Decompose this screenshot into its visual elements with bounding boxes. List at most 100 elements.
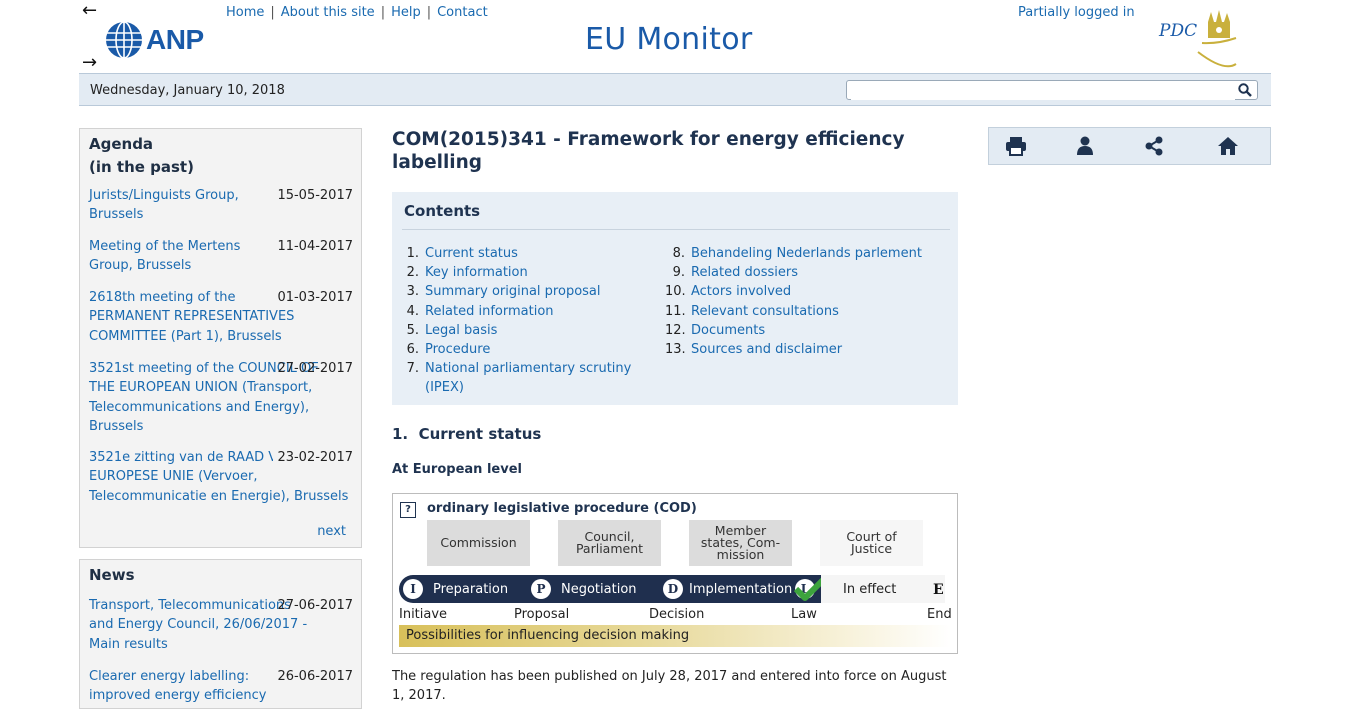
news-item[interactable]: Clearer energy labelling: improved energ… bbox=[89, 667, 353, 707]
actor-council-parliament: Council, Parliament bbox=[558, 520, 661, 566]
page-title: COM(2015)341 - Framework for energy effi… bbox=[392, 129, 905, 173]
header: ← → ANP Home | About this site | Help | Contac… bbox=[0, 0, 1366, 74]
milestone-decision: Decision bbox=[649, 607, 705, 622]
toc-link-documents[interactable]: Documents bbox=[691, 321, 765, 340]
toc-right: 8. Behandeling Nederlands parlement 9. Rel… bbox=[665, 244, 955, 359]
share-icon[interactable] bbox=[1144, 136, 1164, 156]
stage-in-effect: In effect bbox=[821, 575, 945, 603]
toc-link-sources[interactable]: Sources and disclaimer bbox=[691, 340, 842, 359]
anp-logo-text: ANP bbox=[146, 24, 204, 55]
toc-link-current-status[interactable]: Current status bbox=[425, 244, 518, 263]
search-icon[interactable] bbox=[1238, 83, 1252, 97]
toc-link-summary[interactable]: Summary original proposal bbox=[425, 282, 601, 301]
toc-item: 1. Current status bbox=[402, 244, 652, 263]
stage-implementation: D Implementation bbox=[663, 575, 792, 603]
end-badge: E bbox=[933, 582, 944, 598]
toc-item: 11. Relevant consultations bbox=[665, 302, 955, 321]
milestone-law: Law bbox=[791, 607, 817, 622]
nav-contact[interactable]: Contact bbox=[437, 5, 488, 20]
nav-home[interactable]: Home bbox=[226, 5, 264, 20]
news-item-date: 26-06-2017 bbox=[277, 669, 353, 684]
news-title: News bbox=[89, 566, 135, 584]
toc-item: 13. Sources and disclaimer bbox=[665, 340, 955, 359]
stage-badge: D bbox=[663, 579, 683, 599]
agenda-item-title[interactable]: Meeting of the Mertens Group, Brussels bbox=[89, 237, 269, 276]
toc-link-procedure[interactable]: Procedure bbox=[425, 340, 490, 359]
contents-box: Contents 1. Current status 2. Key informat… bbox=[392, 192, 958, 405]
agenda-item-date: 27-02-2017 bbox=[277, 361, 353, 376]
agenda-next-link[interactable]: next bbox=[317, 524, 346, 539]
agenda-item[interactable]: Meeting of the Mertens Group, Brussels 1… bbox=[89, 237, 353, 277]
toc-item: 8. Behandeling Nederlands parlement bbox=[665, 244, 955, 263]
user-icon[interactable] bbox=[1076, 136, 1094, 156]
agenda-item-date: 01-03-2017 bbox=[277, 290, 353, 305]
milestone-end: End bbox=[927, 607, 952, 622]
actor-court-of-justice: Court of Justice bbox=[820, 520, 923, 566]
agenda-item[interactable]: 3521e zitting van de RAAD VAN DE EUROPES… bbox=[89, 448, 353, 508]
anp-logo[interactable]: ANP bbox=[104, 20, 204, 60]
news-item[interactable]: Transport, Telecommunications and Energy… bbox=[89, 596, 353, 656]
home-icon[interactable] bbox=[1217, 136, 1239, 156]
agenda-box: Agenda (in the past) Jurists/Linguists Gr… bbox=[79, 128, 362, 548]
news-box: News Transport, Telecommunications and E… bbox=[79, 559, 362, 709]
top-navigation: Home | About this site | Help | Contact bbox=[226, 5, 488, 20]
agenda-item-title[interactable]: Jurists/Linguists Group, Brussels bbox=[89, 186, 269, 225]
stage-badge: P bbox=[531, 579, 551, 599]
agenda-item[interactable]: 3521st meeting of the COUNCIL OF THE EUR… bbox=[89, 359, 353, 439]
nav-about[interactable]: About this site bbox=[281, 5, 375, 20]
contents-divider bbox=[402, 229, 950, 230]
current-date: Wednesday, January 10, 2018 bbox=[90, 83, 285, 98]
toc-left: 1. Current status 2. Key information 3. Sum… bbox=[402, 244, 652, 398]
toc-item: 3. Summary original proposal bbox=[402, 282, 652, 301]
print-icon[interactable] bbox=[1005, 136, 1027, 156]
toc-item: 10. Actors involved bbox=[665, 282, 955, 301]
site-title[interactable]: EU Monitor bbox=[585, 22, 753, 57]
pdc-logo-graphic: PDC bbox=[1158, 10, 1237, 68]
globe-icon bbox=[106, 21, 142, 59]
news-item-title[interactable]: Clearer energy labelling: improved energ… bbox=[89, 667, 269, 706]
forward-arrow-icon[interactable]: → bbox=[82, 52, 97, 73]
action-toolbar bbox=[988, 127, 1271, 165]
agenda-item-date: 15-05-2017 bbox=[277, 188, 353, 203]
date-bar: Wednesday, January 10, 2018 bbox=[79, 73, 1271, 106]
pdc-logo[interactable]: PDC bbox=[1158, 10, 1238, 72]
toc-link-consultations[interactable]: Relevant consultations bbox=[691, 302, 839, 321]
toc-link-related-information[interactable]: Related information bbox=[425, 302, 554, 321]
stage-preparation: I Preparation bbox=[403, 575, 508, 603]
login-status-link[interactable]: Partially logged in bbox=[1018, 5, 1135, 20]
agenda-item-date: 11-04-2017 bbox=[277, 239, 353, 254]
toc-item: 6. Procedure bbox=[402, 340, 652, 359]
search-input[interactable] bbox=[851, 82, 1235, 100]
actor-commission: Commission bbox=[427, 520, 530, 566]
pdc-logo-text: PDC bbox=[1158, 21, 1197, 41]
section-heading-current-status: 1. Current status bbox=[392, 425, 542, 443]
search-box[interactable] bbox=[846, 80, 1258, 100]
back-arrow-icon[interactable]: ← bbox=[82, 0, 97, 21]
status-text: The regulation has been published on Jul… bbox=[392, 669, 947, 703]
milestone-proposal: Proposal bbox=[514, 607, 570, 622]
agenda-item[interactable]: Jurists/Linguists Group, Brussels 15-05-… bbox=[89, 186, 353, 226]
level-heading: At European level bbox=[392, 462, 522, 477]
procedure-title: ordinary legislative procedure (COD) bbox=[427, 501, 697, 516]
influence-bar: Possibilities for influencing decision m… bbox=[399, 625, 951, 647]
agenda-item-date: 23-02-2017 bbox=[273, 448, 353, 468]
toc-link-key-information[interactable]: Key information bbox=[425, 263, 528, 282]
toc-item: 4. Related information bbox=[402, 302, 652, 321]
toc-link-related-dossiers[interactable]: Related dossiers bbox=[691, 263, 798, 282]
agenda-item-title[interactable]: 2618th meeting of the PERMANENT REPRESEN… bbox=[89, 288, 304, 346]
toc-item: 5. Legal basis bbox=[402, 321, 652, 340]
news-item-date: 27-06-2017 bbox=[277, 598, 353, 613]
stage-badge: I bbox=[403, 579, 423, 599]
toc-link-nl-parliament[interactable]: Behandeling Nederlands parlement bbox=[691, 244, 922, 263]
toc-item: 7. National parliamentary scrutiny (IPEX) bbox=[402, 359, 652, 397]
toc-link-actors[interactable]: Actors involved bbox=[691, 282, 791, 301]
actor-member-states: Member states, Com-mission bbox=[689, 520, 792, 566]
help-button[interactable]: ? bbox=[400, 502, 416, 518]
nav-help[interactable]: Help bbox=[391, 5, 421, 20]
toc-link-legal-basis[interactable]: Legal basis bbox=[425, 321, 497, 340]
contents-title: Contents bbox=[404, 202, 481, 220]
toc-link-ipex[interactable]: National parliamentary scrutiny (IPEX) bbox=[425, 359, 640, 397]
toc-item: 12. Documents bbox=[665, 321, 955, 340]
toc-item: 2. Key information bbox=[402, 263, 652, 282]
agenda-item[interactable]: 2618th meeting of the PERMANENT REPRESEN… bbox=[89, 288, 353, 348]
